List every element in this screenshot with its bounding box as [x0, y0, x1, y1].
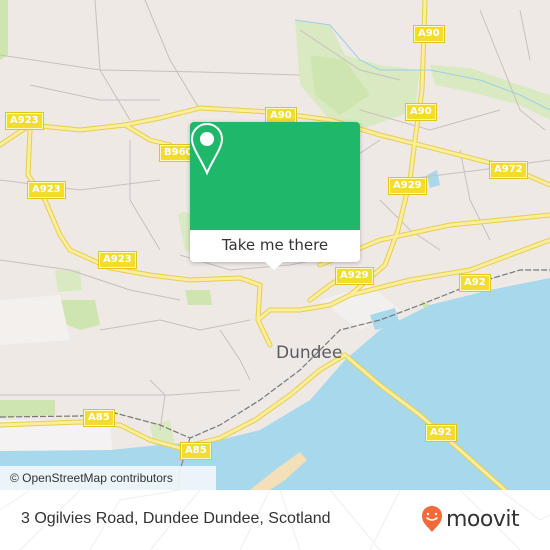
moovit-pin-icon: [422, 506, 442, 532]
take-me-there-button[interactable]: Take me there: [190, 230, 360, 262]
footer: 3 Ogilvies Road, Dundee Dundee, Scotland…: [0, 490, 550, 550]
road-label-a923: A923: [99, 252, 136, 268]
moovit-wordmark: moovit: [446, 506, 520, 532]
location-popup: Take me there: [190, 122, 360, 270]
address-text: 3 Ogilvies Road, Dundee Dundee, Scotland: [21, 510, 331, 527]
road-label-a929: A929: [336, 268, 373, 284]
road-label-a923: A923: [6, 113, 43, 129]
road-label-a90: A90: [414, 26, 444, 42]
popup-pointer: [265, 262, 283, 270]
road-label-a85: A85: [84, 410, 114, 426]
map[interactable]: A90 A90 A90 A923 A923 A923 B960 A929 A92…: [0, 0, 550, 490]
road-label-a90: A90: [406, 104, 436, 120]
road-label-a929: A929: [389, 178, 426, 194]
road-label-a923: A923: [28, 182, 65, 198]
map-attribution[interactable]: © OpenStreetMap contributors: [0, 466, 216, 490]
moovit-logo[interactable]: moovit: [421, 505, 520, 533]
road-label-a92: A92: [460, 275, 490, 291]
map-pin-icon: [190, 122, 224, 176]
popup-header: [190, 122, 360, 230]
city-label: Dundee: [276, 343, 343, 363]
road-label-a972: A972: [490, 162, 527, 178]
road-label-a85: A85: [181, 443, 211, 459]
road-label-a92: A92: [426, 425, 456, 441]
